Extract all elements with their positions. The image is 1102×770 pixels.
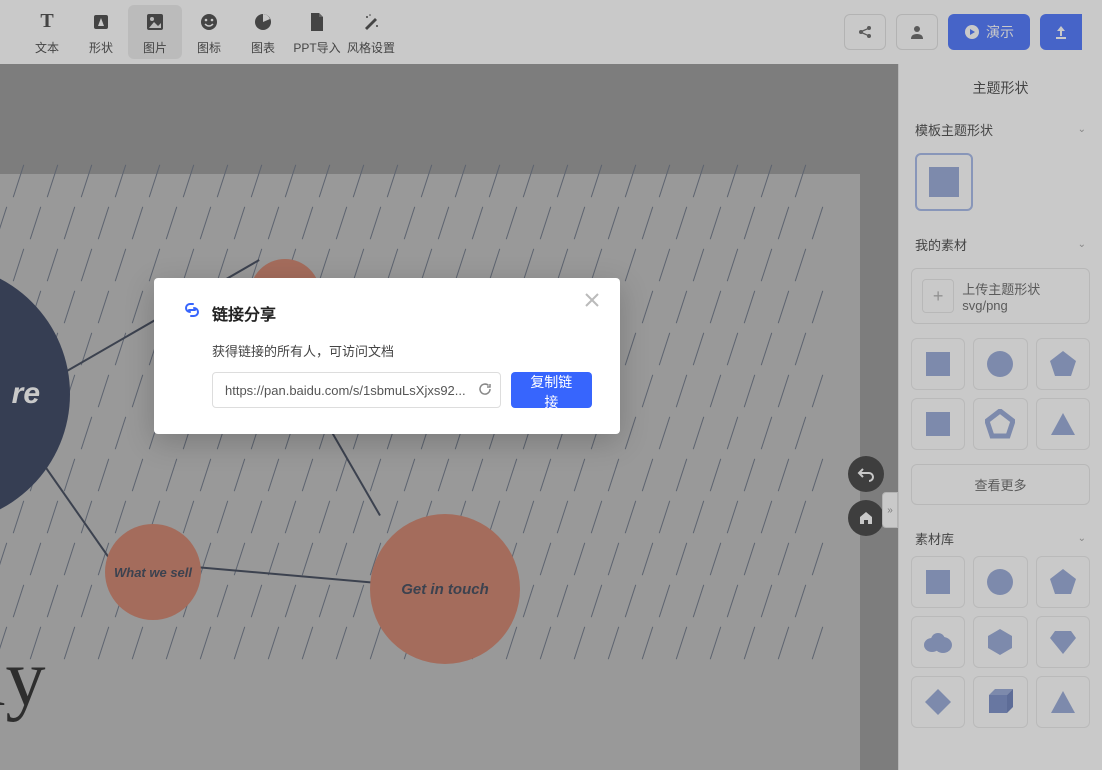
close-icon [584,292,600,308]
dialog-description: 获得链接的所有人，可访问文档 [212,341,592,360]
close-button[interactable] [584,292,600,313]
share-url-input[interactable]: https://pan.baidu.com/s/1sbmuLsXjxs92... [212,372,501,408]
share-url-text: https://pan.baidu.com/s/1sbmuLsXjxs92... [225,383,466,398]
link-icon [182,300,202,325]
dialog-title: 链接分享 [212,301,276,325]
refresh-icon [478,382,492,396]
share-link-dialog: 链接分享 获得链接的所有人，可访问文档 https://pan.baidu.co… [154,278,620,434]
refresh-link-button[interactable] [478,382,492,399]
copy-link-button[interactable]: 复制链接 [511,372,592,408]
